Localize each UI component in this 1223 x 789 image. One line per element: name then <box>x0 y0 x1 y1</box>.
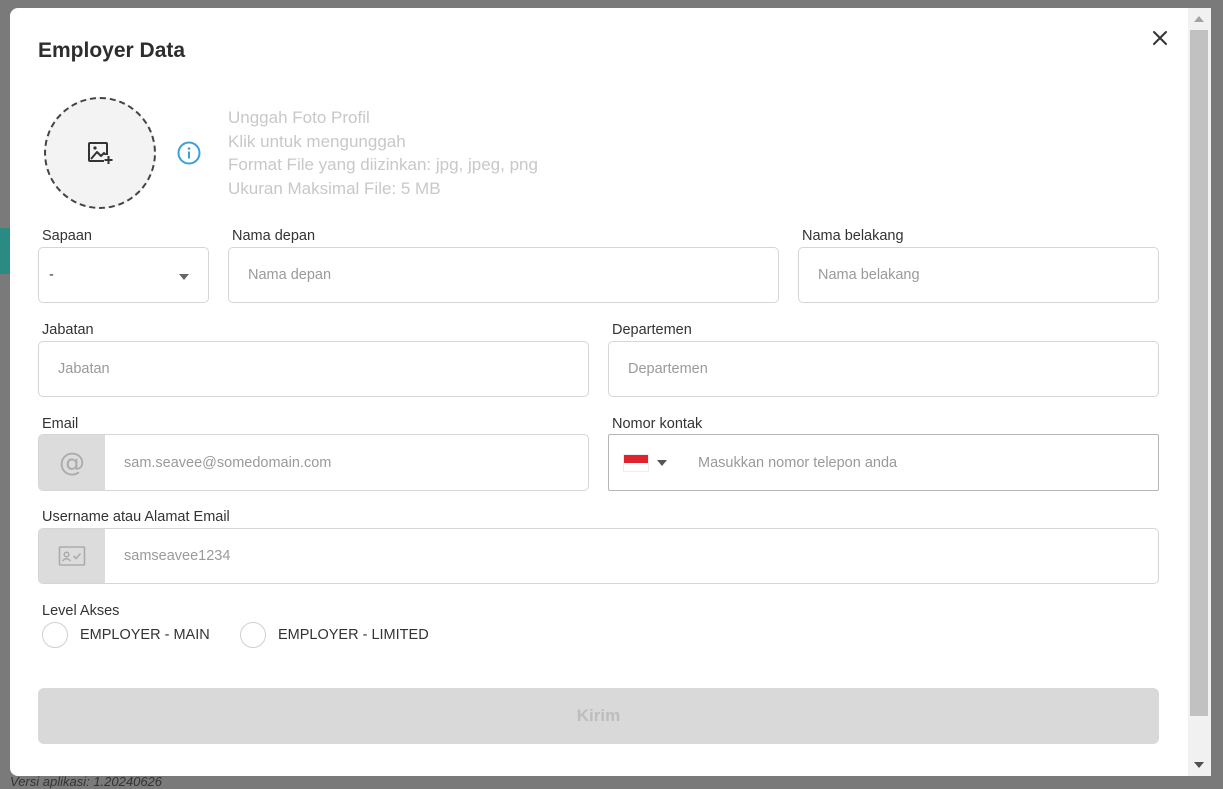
email-placeholder: sam.seavee@somedomain.com <box>124 454 332 471</box>
upload-line: Format File yang diizinkan: jpg, jpeg, p… <box>228 155 538 174</box>
upload-instructions: Unggah Foto Profil Klik untuk mengunggah… <box>228 106 538 200</box>
first-name-placeholder: Nama depan <box>248 267 332 283</box>
phone-label: Nomor kontak <box>612 416 703 432</box>
chevron-down-icon <box>657 459 667 466</box>
salutation-select[interactable]: - <box>38 247 209 303</box>
background-edge <box>1211 8 1223 784</box>
employer-data-modal: Employer Data Unggah Foto Profil Klik un… <box>10 8 1188 776</box>
position-input[interactable]: Jabatan <box>38 341 589 397</box>
radio-label: EMPLOYER - LIMITED <box>278 627 429 643</box>
username-input[interactable]: samseavee1234 <box>38 528 1159 584</box>
radio-employer-limited[interactable]: EMPLOYER - LIMITED <box>240 622 429 648</box>
radio-employer-main[interactable]: EMPLOYER - MAIN <box>42 622 210 648</box>
indonesia-flag-icon <box>623 453 649 472</box>
salutation-value: - <box>49 267 54 283</box>
scrollbar[interactable] <box>1188 8 1211 776</box>
close-button[interactable] <box>1148 26 1172 50</box>
position-label: Jabatan <box>42 322 94 338</box>
radio-label: EMPLOYER - MAIN <box>80 627 210 643</box>
radio-button[interactable] <box>42 622 68 648</box>
country-code-select[interactable] <box>609 453 683 472</box>
email-addon: @ <box>39 435 105 490</box>
phone-input[interactable]: Masukkan nomor telepon anda <box>608 434 1159 491</box>
at-icon: @ <box>59 447 85 478</box>
department-placeholder: Departemen <box>628 361 708 377</box>
first-name-label: Nama depan <box>232 228 316 244</box>
scrollbar-thumb[interactable] <box>1190 30 1208 716</box>
chevron-down-icon <box>179 274 189 280</box>
background-teal-strip <box>0 228 10 274</box>
modal-title: Employer Data <box>38 39 186 62</box>
phone-placeholder: Masukkan nomor telepon anda <box>698 454 898 471</box>
id-card-icon <box>58 546 86 566</box>
department-input[interactable]: Departemen <box>608 341 1159 397</box>
username-label: Username atau Alamat Email <box>42 509 230 525</box>
image-add-icon <box>88 142 113 164</box>
username-placeholder: samseavee1234 <box>124 548 231 564</box>
first-name-input[interactable]: Nama depan <box>228 247 779 303</box>
department-label: Departemen <box>612 322 692 338</box>
upload-line: Ukuran Maksimal File: 5 MB <box>228 178 441 198</box>
close-icon <box>1153 31 1167 45</box>
upload-line: Unggah Foto Profil <box>228 108 370 127</box>
access-level-label: Level Akses <box>42 603 120 619</box>
profile-photo-upload[interactable] <box>44 97 156 209</box>
submit-button[interactable]: Kirim <box>38 688 1159 744</box>
position-placeholder: Jabatan <box>58 361 110 377</box>
salutation-label: Sapaan <box>42 228 92 244</box>
upload-line: Klik untuk mengunggah <box>228 131 406 151</box>
scroll-up-arrow-icon[interactable] <box>1194 16 1204 22</box>
last-name-label: Nama belakang <box>802 228 904 244</box>
info-icon[interactable] <box>177 141 201 165</box>
app-version-text: Versi aplikasi: 1.20240626 <box>10 774 163 789</box>
last-name-input[interactable]: Nama belakang <box>798 247 1159 303</box>
last-name-placeholder: Nama belakang <box>818 267 920 283</box>
email-label: Email <box>42 416 79 432</box>
email-input[interactable]: @ sam.seavee@somedomain.com <box>38 434 589 491</box>
radio-button[interactable] <box>240 622 266 648</box>
scroll-down-arrow-icon[interactable] <box>1194 762 1204 768</box>
username-addon <box>39 529 105 583</box>
